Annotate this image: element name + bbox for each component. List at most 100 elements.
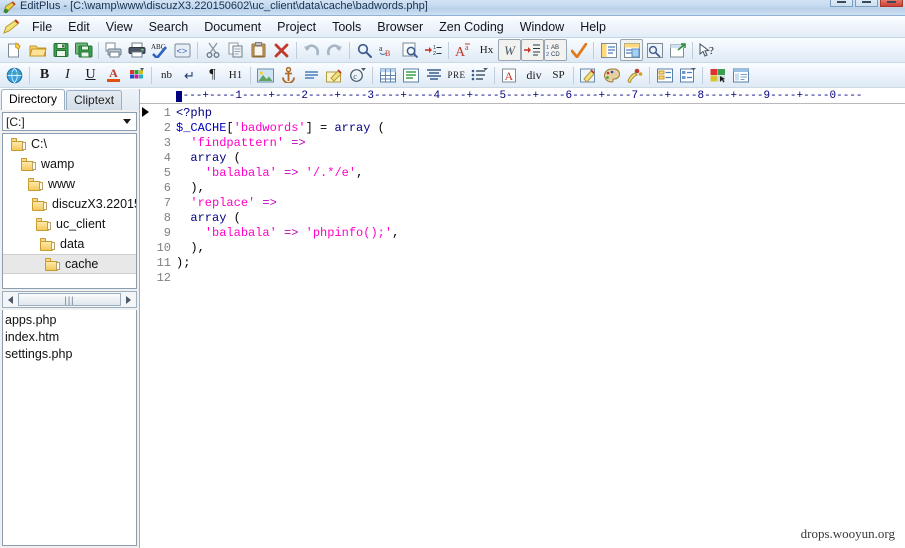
print-preview-icon[interactable] <box>102 39 125 61</box>
window-controls[interactable] <box>830 0 903 7</box>
heading-icon[interactable]: H1 <box>224 64 247 86</box>
find-icon[interactable] <box>353 39 376 61</box>
form-list-icon[interactable] <box>676 64 699 86</box>
bullet-list-icon[interactable] <box>468 64 491 86</box>
code-line[interactable]: 'balabala' => 'phpinfo();', <box>176 226 905 241</box>
code-line[interactable]: 'balabala' => '/.*/e', <box>176 166 905 181</box>
word-wrap-icon[interactable]: W <box>498 39 521 61</box>
indent-icon[interactable] <box>521 39 544 61</box>
minimize-button[interactable] <box>830 0 853 7</box>
output-window-icon[interactable] <box>620 39 643 61</box>
brush-icon[interactable] <box>623 64 646 86</box>
code-line[interactable]: 'replace' => <box>176 196 905 211</box>
scroll-right-arrow-icon[interactable] <box>122 293 135 306</box>
tree-node-wamp[interactable]: wamp <box>3 154 136 174</box>
menu-document[interactable]: Document <box>196 18 269 36</box>
underline-icon[interactable]: U <box>79 64 102 86</box>
directory-pane-icon[interactable] <box>597 39 620 61</box>
find-in-files-icon[interactable] <box>399 39 422 61</box>
font-tag-icon[interactable]: A <box>498 64 521 86</box>
help-pointer-icon[interactable]: ? <box>696 39 719 61</box>
form-field-icon[interactable] <box>653 64 676 86</box>
code-line[interactable]: $_CACHE['badwords'] = array ( <box>176 121 905 136</box>
tree-node-www[interactable]: www <box>3 174 136 194</box>
close-button[interactable] <box>880 0 903 7</box>
edit-note-icon[interactable] <box>323 64 346 86</box>
paste-icon[interactable] <box>247 39 270 61</box>
file-list-item[interactable]: apps.php <box>5 312 136 329</box>
copy-icon[interactable] <box>224 39 247 61</box>
menu-browser[interactable]: Browser <box>369 18 431 36</box>
browser-globe-icon[interactable] <box>3 64 26 86</box>
print-icon[interactable] <box>125 39 148 61</box>
save-icon[interactable] <box>49 39 72 61</box>
scrollbar-thumb[interactable]: ||| <box>18 293 121 306</box>
tree-node-discuzx3[interactable]: discuzX3.22015 <box>3 194 136 214</box>
browser-launch-icon[interactable] <box>666 39 689 61</box>
redo-icon[interactable] <box>323 39 346 61</box>
open-file-icon[interactable] <box>26 39 49 61</box>
insert-table-icon[interactable] <box>376 64 399 86</box>
tab-cliptext[interactable]: Cliptext <box>66 90 122 110</box>
code-line[interactable]: ); <box>176 256 905 271</box>
font-color-icon[interactable]: A <box>102 64 125 86</box>
tree-node-cache[interactable]: cache <box>3 254 136 274</box>
code-line[interactable] <box>176 271 905 286</box>
pre-tag-icon[interactable]: PRE <box>445 64 468 86</box>
code-line[interactable]: array ( <box>176 151 905 166</box>
css-palette-icon[interactable] <box>600 64 623 86</box>
maximize-button[interactable] <box>855 0 878 7</box>
nbsp-icon[interactable]: nb <box>155 64 178 86</box>
div-tag-icon[interactable]: div <box>521 64 547 86</box>
cut-icon[interactable] <box>201 39 224 61</box>
hex-view-icon[interactable]: Hx <box>475 39 498 61</box>
delete-icon[interactable] <box>270 39 293 61</box>
menu-view[interactable]: View <box>98 18 141 36</box>
layout-icon[interactable] <box>729 64 752 86</box>
edit-style-icon[interactable] <box>577 64 600 86</box>
preview-icon[interactable] <box>643 39 666 61</box>
menu-search[interactable]: Search <box>141 18 197 36</box>
tree-node-c-drive[interactable]: C:\ <box>3 134 136 154</box>
span-tag-icon[interactable]: SP <box>547 64 570 86</box>
line-break-icon[interactable]: ↵ <box>178 64 201 86</box>
font-icon[interactable]: Aa <box>452 39 475 61</box>
tree-horizontal-scrollbar[interactable]: ||| <box>2 291 137 308</box>
anchor-icon[interactable] <box>277 64 300 86</box>
horizontal-rule-icon[interactable] <box>300 64 323 86</box>
scroll-left-arrow-icon[interactable] <box>4 293 17 306</box>
code-line[interactable]: 'findpattern' => <box>176 136 905 151</box>
code-line[interactable]: ), <box>176 241 905 256</box>
spell-check-icon[interactable]: ABC <box>148 39 171 61</box>
frames-icon[interactable] <box>706 64 729 86</box>
menu-tools[interactable]: Tools <box>324 18 369 36</box>
code-line[interactable]: <?php <box>176 106 905 121</box>
menu-file[interactable]: File <box>24 18 60 36</box>
code-line[interactable]: array ( <box>176 211 905 226</box>
paragraph-icon[interactable]: ¶ <box>201 64 224 86</box>
menu-zen-coding[interactable]: Zen Coding <box>431 18 512 36</box>
menu-project[interactable]: Project <box>269 18 324 36</box>
bold-icon[interactable]: B <box>33 64 56 86</box>
insert-image-icon[interactable] <box>254 64 277 86</box>
menu-window[interactable]: Window <box>512 18 572 36</box>
code-text[interactable]: <?php$_CACHE['badwords'] = array ( 'find… <box>176 104 905 548</box>
replace-icon[interactable]: aB <box>376 39 399 61</box>
code-area[interactable]: 1 2 3 4 5 6 7 8 9 10 11 12 <?php$_CACHE[… <box>140 104 905 548</box>
align-paragraph-icon[interactable] <box>399 64 422 86</box>
save-all-icon[interactable] <box>72 39 95 61</box>
align-center-icon[interactable] <box>422 64 445 86</box>
color-palette-icon[interactable] <box>125 64 148 86</box>
tree-node-data[interactable]: data <box>3 234 136 254</box>
file-list-item[interactable]: index.htm <box>5 329 136 346</box>
tree-node-uc-client[interactable]: uc_client <box>3 214 136 234</box>
menu-edit[interactable]: Edit <box>60 18 98 36</box>
line-numbers-icon[interactable]: 12ABCD <box>544 39 567 61</box>
new-file-icon[interactable] <box>3 39 26 61</box>
italic-icon[interactable]: I <box>56 64 79 86</box>
view-source-icon[interactable]: <> <box>171 39 194 61</box>
check-icon[interactable] <box>567 39 590 61</box>
drive-select[interactable]: [C:] <box>2 112 137 131</box>
undo-icon[interactable] <box>300 39 323 61</box>
code-editor[interactable]: ----+----1----+----2----+----3----+----4… <box>140 89 905 548</box>
